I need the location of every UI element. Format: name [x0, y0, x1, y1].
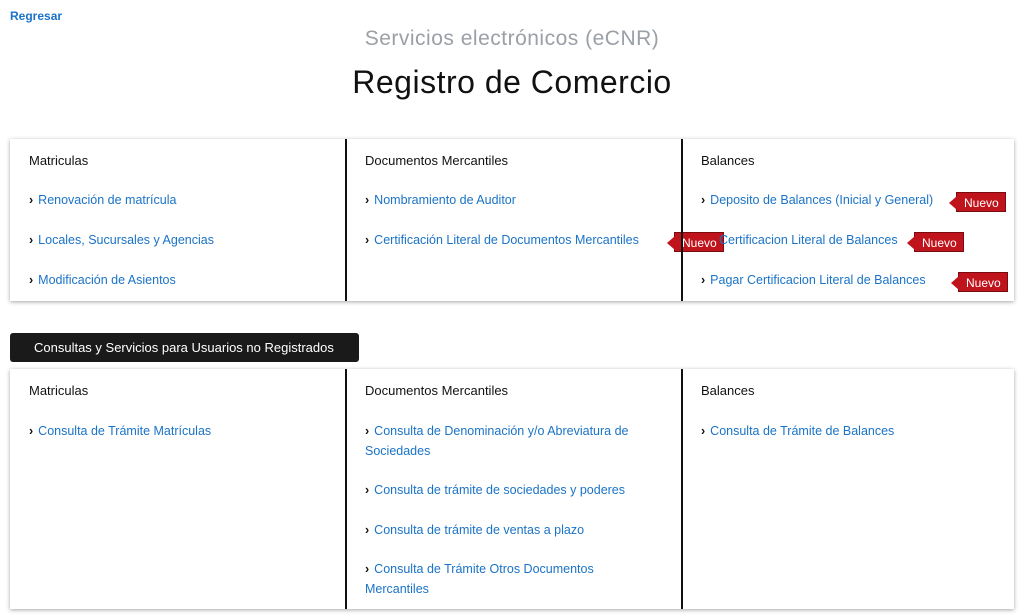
link-nombramiento-auditor[interactable]: › Nombramiento de Auditor	[365, 190, 516, 210]
chevron-right-icon: ›	[701, 273, 706, 287]
back-link[interactable]: Regresar	[10, 9, 62, 23]
page-title: Registro de Comercio	[352, 64, 672, 100]
column-documentos-mercantiles: Documentos Mercantiles › Nombramiento de …	[345, 139, 724, 301]
link-certificacion-documentos[interactable]: › Certificación Literal de Documentos Mer…	[365, 230, 639, 250]
chevron-right-icon: ›	[365, 233, 370, 247]
chevron-right-icon: ›	[701, 424, 706, 438]
chevron-right-icon: ›	[365, 424, 370, 438]
chevron-right-icon: ›	[29, 273, 34, 287]
link-pagar-certificacion-balances[interactable]: › Pagar Certificacion Literal de Balances	[701, 270, 926, 290]
column-heading: Balances	[701, 153, 755, 168]
chevron-right-icon: ›	[365, 193, 370, 207]
unregistered-services-panel: Matriculas › Consulta de Trámite Matrícul…	[10, 369, 1014, 609]
new-badge: Nuevo	[951, 272, 1008, 292]
column-matriculas: Matriculas › Renovación de matrícula › Loc…	[10, 139, 345, 301]
column-heading: Balances	[701, 383, 755, 398]
chevron-right-icon: ›	[365, 523, 370, 537]
link-consulta-sociedades-poderes[interactable]: › Consulta de trámite de sociedades y pod…	[365, 480, 625, 500]
chevron-right-icon: ›	[365, 562, 370, 576]
column-documentos-mercantiles: Documentos Mercantiles › Consulta de Deno…	[345, 369, 681, 609]
link-deposito-balances[interactable]: › Deposito de Balances (Inicial y General…	[701, 190, 933, 210]
link-renovacion-matricula[interactable]: › Renovación de matrícula	[29, 190, 176, 210]
chevron-right-icon: ›	[29, 233, 34, 247]
new-badge: Nuevo	[949, 192, 1006, 212]
page-subtitle: Servicios electrónicos (eCNR)	[364, 27, 660, 50]
chevron-right-icon: ›	[29, 424, 34, 438]
column-heading: Matriculas	[29, 383, 89, 398]
registered-services-panel: Matriculas › Renovación de matrícula › Loc…	[10, 139, 1014, 301]
new-badge: Nuevo	[907, 232, 964, 252]
link-modificacion-asientos[interactable]: › Modificación de Asientos	[29, 270, 176, 290]
column-balances: Balances › Deposito de Balances (Inicial …	[681, 139, 1014, 301]
column-matriculas: Matriculas › Consulta de Trámite Matrícul…	[10, 369, 345, 609]
link-consulta-denominacion[interactable]: › Consulta de Denominación y/o Abreviatur…	[365, 421, 665, 461]
link-consulta-otros-documentos[interactable]: › Consulta de Trámite Otros Documentos Me…	[365, 559, 645, 599]
link-consulta-ventas-plazo[interactable]: › Consulta de trámite de ventas a plazo	[365, 520, 584, 540]
chevron-right-icon: ›	[29, 193, 34, 207]
link-certificacion-balances[interactable]: Certificacion Literal de Balances	[719, 230, 898, 250]
link-consulta-tramite-balances[interactable]: › Consulta de Trámite de Balances	[701, 421, 894, 441]
column-heading: Documentos Mercantiles	[365, 383, 509, 398]
unregistered-users-section-button[interactable]: Consultas y Servicios para Usuarios no R…	[10, 333, 359, 362]
chevron-right-icon: ›	[701, 193, 706, 207]
column-heading: Matriculas	[29, 153, 89, 168]
chevron-right-icon: ›	[365, 483, 370, 497]
column-balances: Balances › Consulta de Trámite de Balance…	[681, 369, 1014, 609]
link-locales-sucursales[interactable]: › Locales, Sucursales y Agencias	[29, 230, 214, 250]
link-consulta-tramite-matriculas[interactable]: › Consulta de Trámite Matrículas	[29, 421, 211, 441]
column-heading: Documentos Mercantiles	[365, 153, 509, 168]
